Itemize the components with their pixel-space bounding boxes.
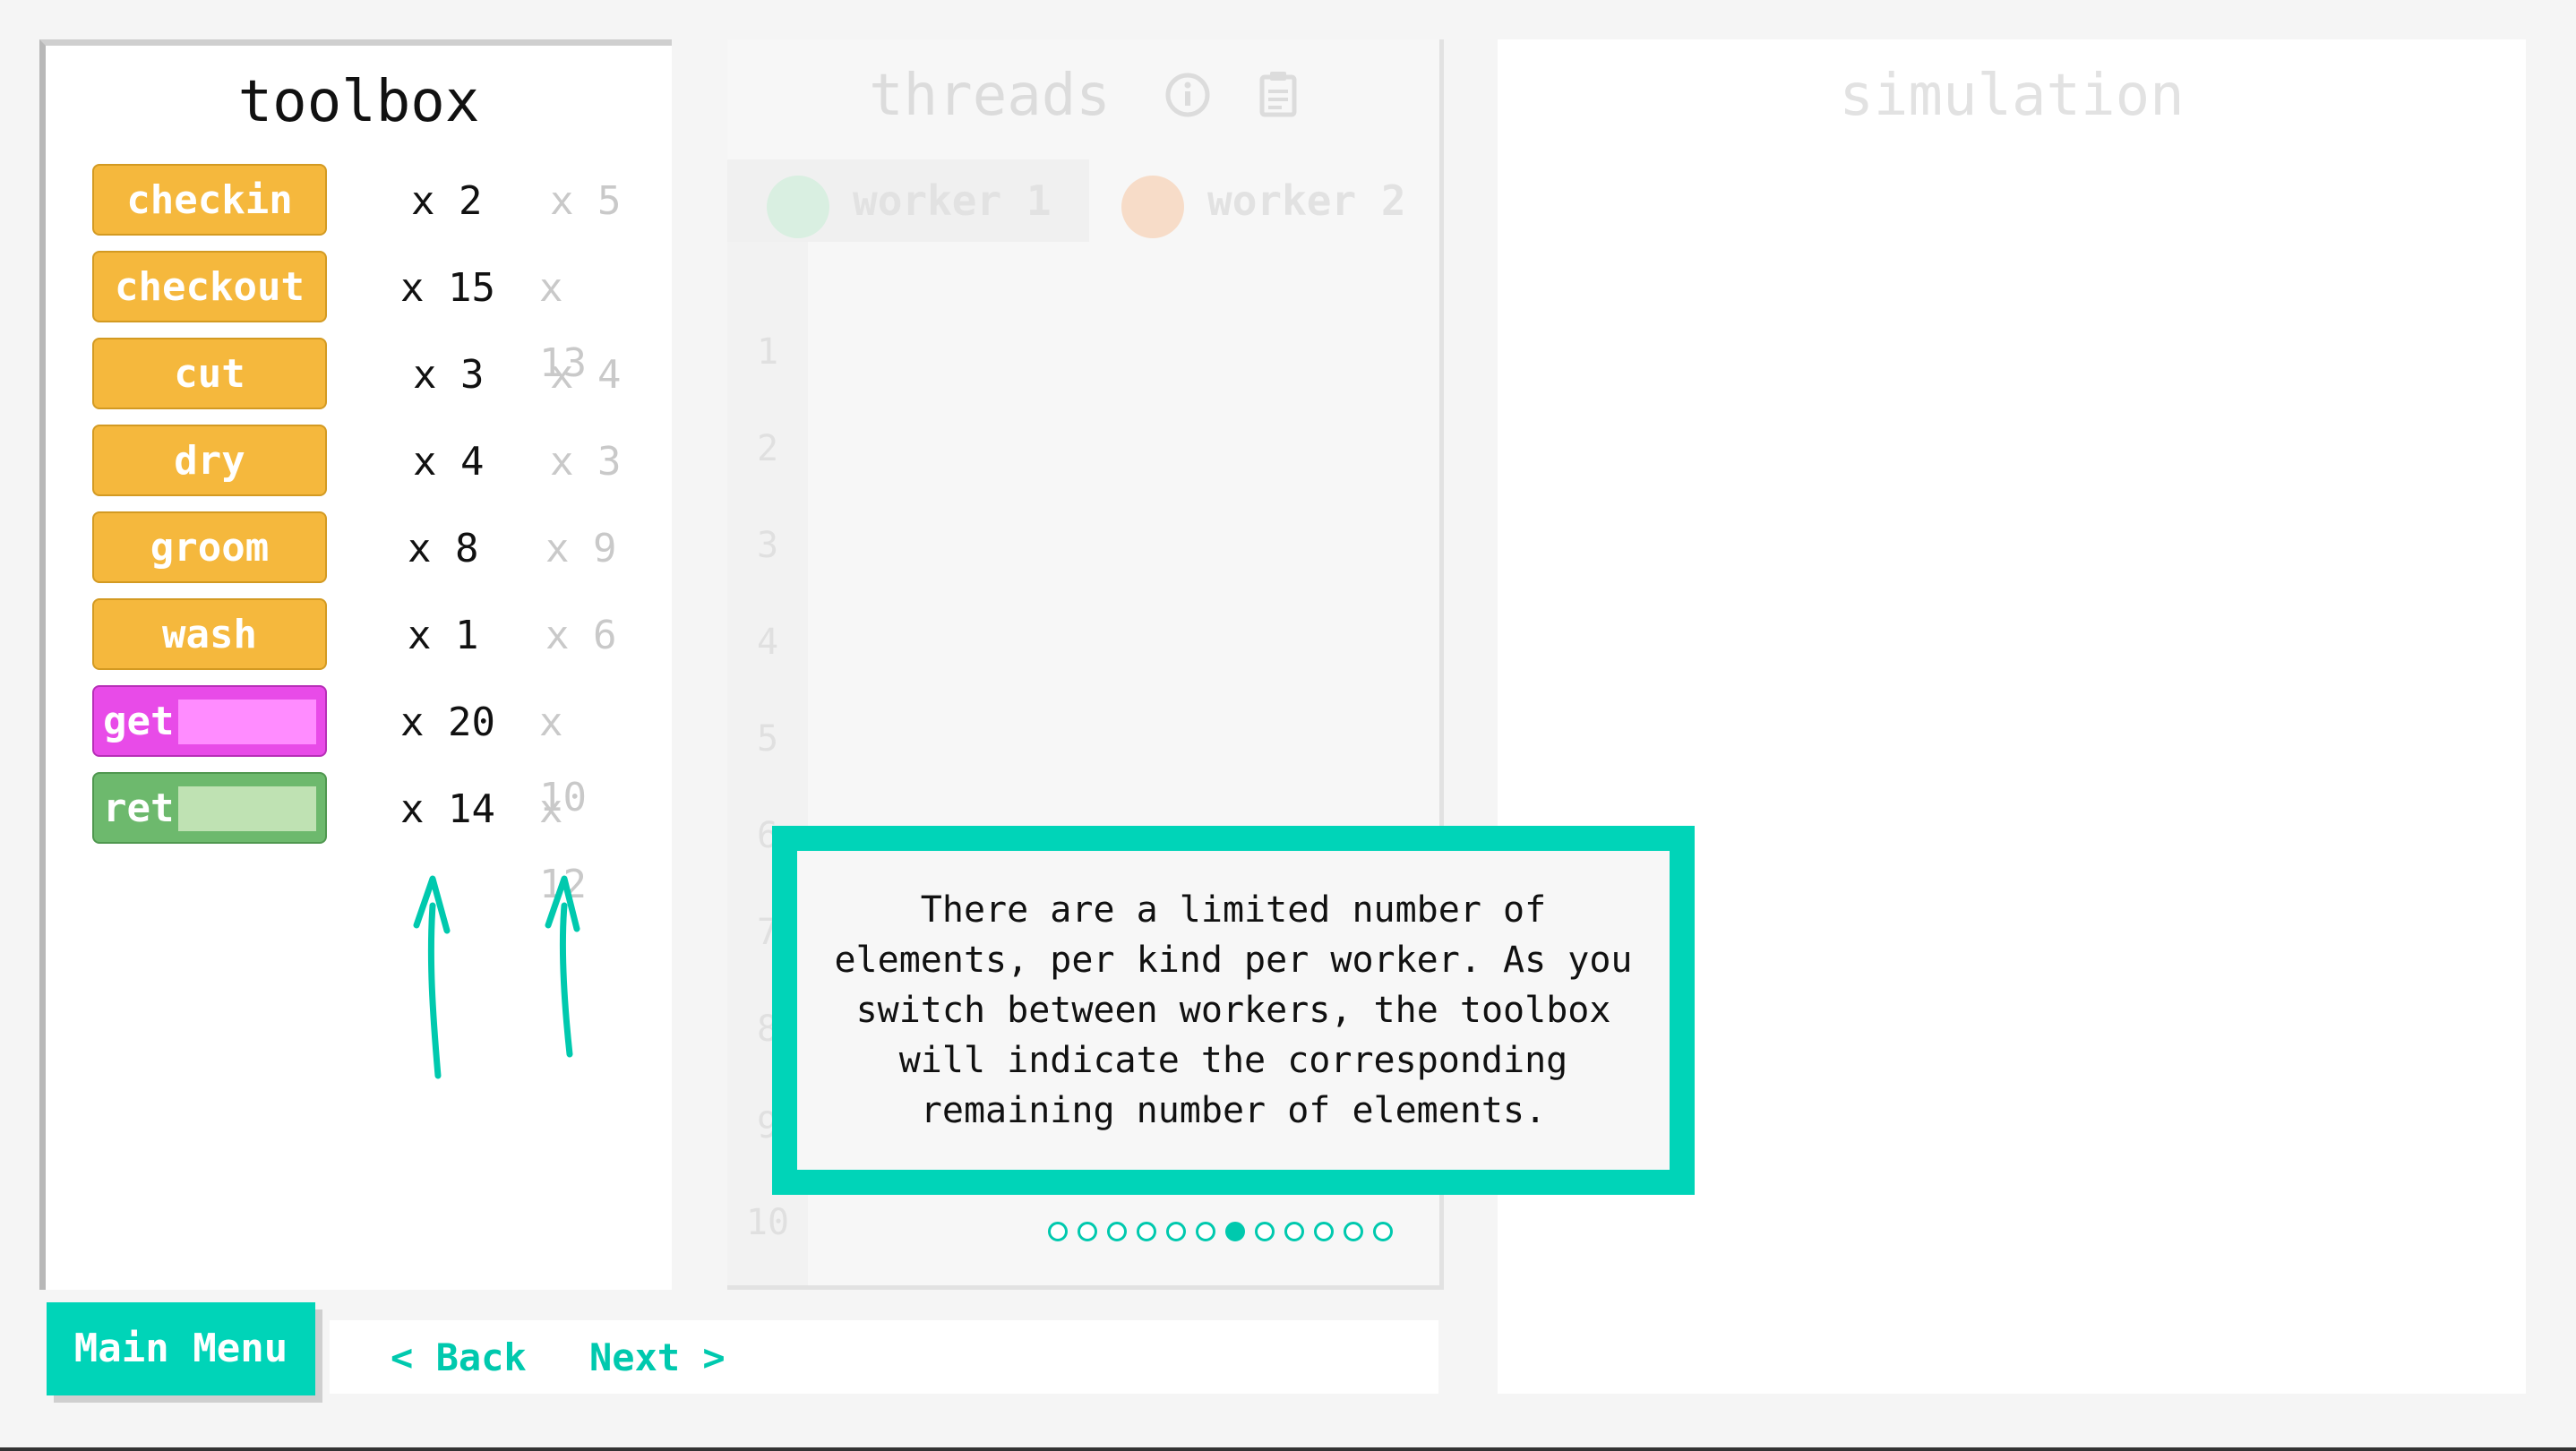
toolbox-row-wash: wash x 1 x 6 [92, 598, 630, 674]
wash-other-count: x 6 [545, 613, 617, 658]
step-dot[interactable] [1314, 1222, 1334, 1241]
groom-block[interactable]: groom [92, 511, 327, 583]
toolbox-row-groom: groom x 8 x 9 [92, 511, 630, 587]
step-dot[interactable] [1373, 1222, 1393, 1241]
step-dot[interactable] [1196, 1222, 1215, 1241]
bottom-divider [0, 1447, 2576, 1451]
ret-block[interactable]: ret [92, 772, 327, 844]
tab-worker-2-label: worker 2 [1207, 176, 1406, 225]
line-number: 5 [756, 718, 779, 760]
cut-block[interactable]: cut [92, 338, 327, 409]
simulation-title: simulation [1839, 63, 2185, 129]
checkout-block[interactable]: checkout [92, 251, 327, 322]
ret-count: x 14 [400, 786, 495, 832]
groom-other-count: x 9 [545, 526, 617, 571]
main-menu-button[interactable]: Main Menu [47, 1302, 315, 1395]
tutorial-message: There are a limited number of elements, … [797, 851, 1670, 1170]
checkin-count: x 2 [411, 178, 483, 224]
arrow-up-icon [545, 875, 580, 1058]
step-dot[interactable] [1284, 1222, 1304, 1241]
dry-count: x 4 [413, 439, 485, 485]
ret-block-label: ret [103, 786, 175, 831]
toolbox-row-dry: dry x 4 x 3 [92, 425, 630, 500]
checkin-block[interactable]: checkin [92, 164, 327, 236]
step-dot[interactable] [1107, 1222, 1127, 1241]
line-number: 10 [745, 1202, 790, 1243]
threads-title-text: threads [869, 63, 1111, 129]
get-block-slot [178, 700, 316, 744]
step-dot[interactable] [1048, 1222, 1068, 1241]
step-dot-active[interactable] [1225, 1222, 1245, 1241]
ret-block-slot [178, 786, 316, 831]
step-dot[interactable] [1166, 1222, 1186, 1241]
step-dot[interactable] [1344, 1222, 1363, 1241]
step-dot[interactable] [1255, 1222, 1275, 1241]
line-number: 2 [756, 428, 779, 469]
step-dot[interactable] [1137, 1222, 1156, 1241]
get-block[interactable]: get [92, 685, 327, 757]
dry-other-count: x 3 [550, 439, 622, 485]
toolbox-row-get: get x 20 x 10 [92, 685, 630, 820]
checkin-other-count: x 5 [550, 178, 622, 224]
wash-block[interactable]: wash [92, 598, 327, 670]
tab-worker-2[interactable]: worker 2 [1089, 159, 1444, 242]
back-button[interactable]: < Back [391, 1331, 527, 1385]
clipboard-icon[interactable] [1258, 70, 1298, 118]
line-number: 1 [756, 331, 779, 373]
line-number: 4 [756, 622, 779, 663]
tab-worker-1[interactable]: worker 1 [727, 159, 1089, 242]
threads-title: threads [727, 63, 1439, 129]
cut-other-count: x 4 [550, 352, 622, 398]
get-count: x 20 [400, 700, 495, 745]
toolbox-row-checkout: checkout x 15 x 13 [92, 251, 630, 386]
tutorial-tooltip: There are a limited number of elements, … [772, 826, 1695, 1195]
checkout-count: x 15 [400, 265, 495, 311]
worker-avatar [767, 176, 829, 238]
toolbox-row-cut: cut x 3 x 4 [92, 338, 630, 413]
cut-count: x 3 [413, 352, 485, 398]
toolbox-row-checkin: checkin x 2 x 5 [92, 164, 630, 239]
toolbox-row-ret: ret x 14 x 12 [92, 772, 630, 907]
toolbox-panel: toolbox checkin x 2 x 5 checkout x 15 x … [39, 39, 672, 1290]
groom-count: x 8 [408, 526, 479, 571]
step-dot[interactable] [1078, 1222, 1097, 1241]
info-icon[interactable] [1164, 72, 1211, 118]
next-button[interactable]: Next > [589, 1331, 726, 1385]
line-number: 3 [756, 525, 779, 566]
worker-avatar [1121, 176, 1184, 238]
tab-worker-1-label: worker 1 [853, 176, 1052, 225]
dry-block[interactable]: dry [92, 425, 327, 496]
toolbox-title: toolbox [237, 69, 480, 135]
get-block-label: get [103, 699, 175, 744]
wash-count: x 1 [408, 613, 479, 658]
arrow-up-icon [413, 875, 451, 1079]
